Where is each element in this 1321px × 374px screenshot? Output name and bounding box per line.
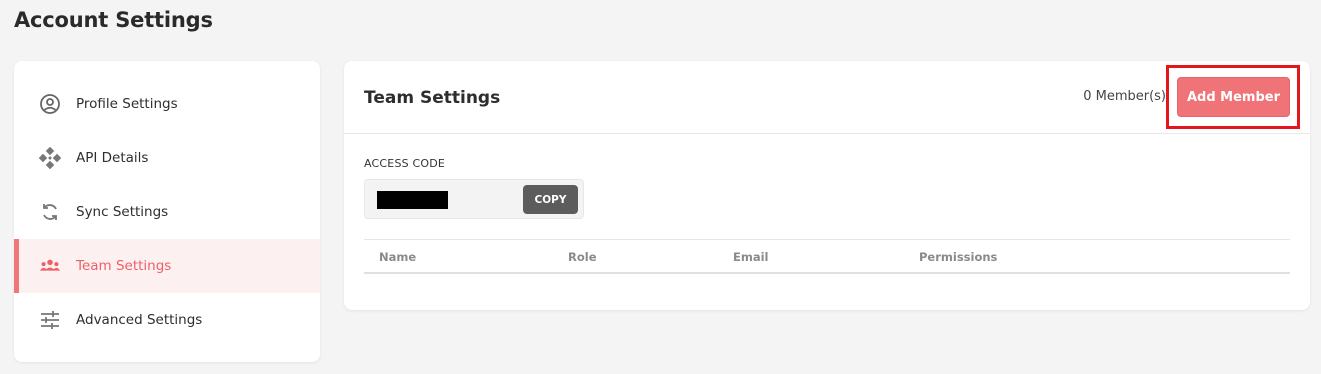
members-table: Name Role Email Permissions xyxy=(364,239,1290,274)
settings-sidebar: Profile Settings API Details Sync Settin… xyxy=(14,61,320,362)
sidebar-item-label: Advanced Settings xyxy=(76,312,203,328)
team-icon xyxy=(39,255,61,277)
team-settings-panel: Team Settings 0 Member(s) Add Member ACC… xyxy=(344,61,1310,310)
sidebar-item-label: Profile Settings xyxy=(76,96,178,112)
member-count: 0 Member(s) xyxy=(1083,89,1166,104)
user-circle-icon xyxy=(39,93,61,115)
panel-title: Team Settings xyxy=(364,88,501,108)
column-header-name[interactable]: Name xyxy=(379,250,416,264)
sidebar-item-label: Team Settings xyxy=(76,258,172,274)
page-title: Account Settings xyxy=(14,8,213,32)
access-code-label: ACCESS CODE xyxy=(364,157,446,170)
sidebar-item-label: Sync Settings xyxy=(76,204,169,220)
sidebar-item-sync-settings[interactable]: Sync Settings xyxy=(14,185,320,239)
sidebar-item-label: API Details xyxy=(76,150,149,166)
access-code-field: COPY xyxy=(364,179,584,219)
sidebar-item-team-settings[interactable]: Team Settings xyxy=(14,239,320,293)
add-member-button[interactable]: Add Member xyxy=(1177,77,1290,117)
sidebar-item-advanced-settings[interactable]: Advanced Settings xyxy=(14,293,320,347)
access-code-value-redacted xyxy=(377,191,448,209)
sidebar-item-api-details[interactable]: API Details xyxy=(14,131,320,185)
sliders-icon xyxy=(39,309,61,331)
table-header: Name Role Email Permissions xyxy=(364,240,1290,274)
sync-icon xyxy=(39,201,61,223)
sidebar-item-profile-settings[interactable]: Profile Settings xyxy=(14,77,320,131)
column-header-role[interactable]: Role xyxy=(568,250,597,264)
api-icon xyxy=(39,147,61,169)
column-header-email[interactable]: Email xyxy=(733,250,768,264)
column-header-permissions[interactable]: Permissions xyxy=(919,250,997,264)
copy-button[interactable]: COPY xyxy=(523,185,578,214)
panel-header: Team Settings 0 Member(s) Add Member xyxy=(344,61,1310,134)
